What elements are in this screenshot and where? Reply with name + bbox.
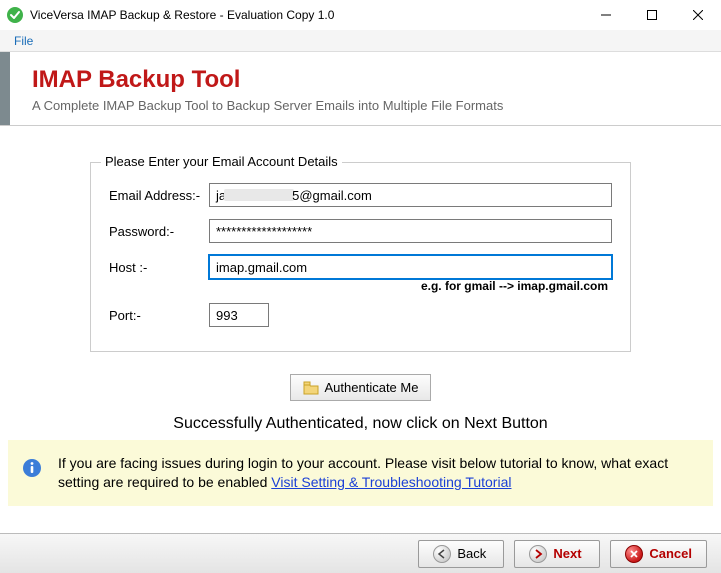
host-field[interactable]: [209, 255, 612, 279]
title-part1: IMAP: [32, 66, 98, 93]
email-row: Email Address:- ja5@gmail.com: [109, 183, 612, 207]
info-strip: If you are facing issues during login to…: [8, 440, 713, 506]
authenticate-label: Authenticate Me: [325, 380, 419, 395]
app-icon: [6, 6, 24, 24]
authenticate-button[interactable]: Authenticate Me: [290, 374, 432, 401]
password-row: Password:-: [109, 219, 612, 243]
group-legend: Please Enter your Email Account Details: [101, 154, 342, 169]
port-row: Port:-: [109, 303, 612, 327]
account-details-group: Please Enter your Email Account Details …: [90, 162, 631, 352]
page-subtitle: A Complete IMAP Backup Tool to Backup Se…: [32, 98, 503, 113]
redacted-segment: [224, 189, 294, 201]
next-button[interactable]: Next: [514, 540, 600, 568]
port-field[interactable]: [209, 303, 269, 327]
menubar: File: [0, 30, 721, 52]
host-hint: e.g. for gmail --> imap.gmail.com: [109, 279, 612, 293]
titlebar: ViceVersa IMAP Backup & Restore - Evalua…: [0, 0, 721, 30]
back-button[interactable]: Back: [418, 540, 504, 568]
header-accent: [0, 52, 10, 125]
host-label: Host :-: [109, 260, 209, 275]
cancel-x-icon: [625, 545, 643, 563]
email-label: Email Address:-: [109, 188, 209, 203]
header: IMAP Backup Tool A Complete IMAP Backup …: [0, 52, 721, 126]
back-arrow-icon: [433, 545, 451, 563]
window-title: ViceVersa IMAP Backup & Restore - Evalua…: [30, 8, 583, 22]
next-arrow-icon: [529, 545, 547, 563]
maximize-button[interactable]: [629, 0, 675, 30]
next-label: Next: [553, 546, 581, 561]
page-title: IMAP Backup Tool: [32, 66, 503, 94]
back-label: Back: [457, 546, 486, 561]
status-message: Successfully Authenticated, now click on…: [90, 415, 631, 433]
folder-icon: [303, 381, 319, 395]
close-button[interactable]: [675, 0, 721, 30]
minimize-button[interactable]: [583, 0, 629, 30]
password-field[interactable]: [209, 219, 612, 243]
cancel-label: Cancel: [649, 546, 692, 561]
footer: Back Next Cancel: [0, 533, 721, 573]
cancel-button[interactable]: Cancel: [610, 540, 707, 568]
port-label: Port:-: [109, 308, 209, 323]
info-icon: [22, 458, 42, 483]
authenticate-row: Authenticate Me: [90, 374, 631, 401]
email-suffix: 5@gmail.com: [292, 188, 372, 203]
title-part2: Backup Tool: [98, 66, 240, 93]
content: Please Enter your Email Account Details …: [0, 126, 721, 443]
email-field[interactable]: ja5@gmail.com: [209, 183, 612, 207]
host-row: Host :-: [109, 255, 612, 279]
password-label: Password:-: [109, 224, 209, 239]
menu-file[interactable]: File: [10, 32, 37, 50]
window-controls: [583, 0, 721, 30]
info-link[interactable]: Visit Setting & Troubleshooting Tutorial: [271, 474, 511, 490]
